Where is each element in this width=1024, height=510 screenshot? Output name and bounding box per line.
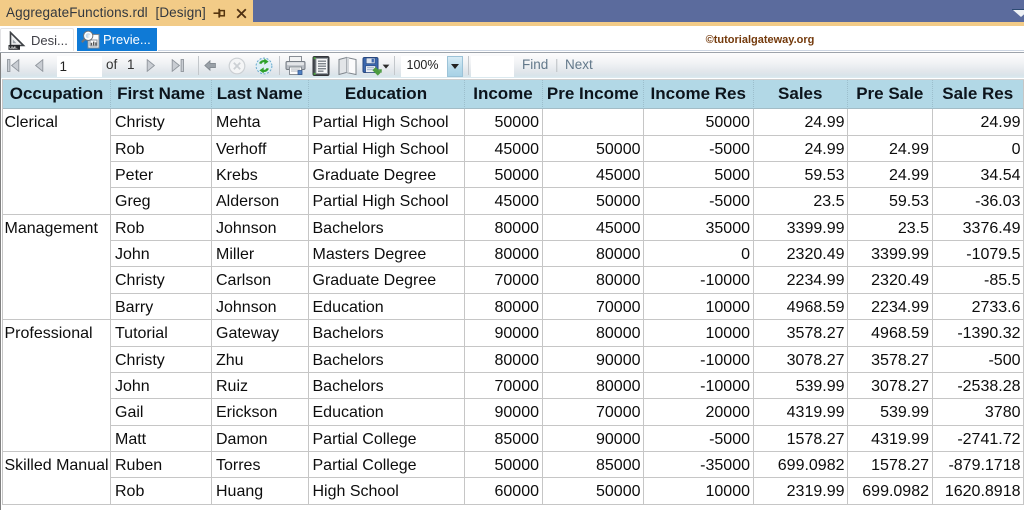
svg-text:UML: UML [9, 46, 18, 50]
